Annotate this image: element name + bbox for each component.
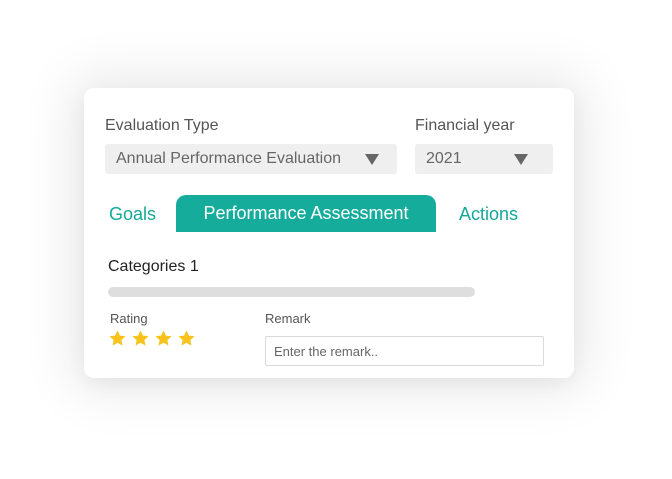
- star-icon[interactable]: [177, 329, 196, 348]
- star-icon[interactable]: [154, 329, 173, 348]
- category-progress-bar: [108, 287, 475, 297]
- star-icon[interactable]: [131, 329, 150, 348]
- evaluation-type-select[interactable]: Annual Performance Evaluation: [105, 144, 397, 174]
- star-icon[interactable]: [108, 329, 127, 348]
- dropdown-arrow-icon: [365, 153, 379, 165]
- category-title: Categories 1: [108, 258, 199, 275]
- tab-actions[interactable]: Actions: [459, 204, 518, 225]
- tab-goals[interactable]: Goals: [109, 204, 156, 225]
- tab-performance-assessment[interactable]: Performance Assessment: [176, 195, 436, 232]
- financial-year-value: 2021: [426, 150, 462, 167]
- dropdown-arrow-icon: [514, 153, 528, 165]
- financial-year-label: Financial year: [415, 117, 515, 134]
- evaluation-card: Evaluation Type Annual Performance Evalu…: [84, 88, 574, 378]
- remark-label: Remark: [265, 311, 311, 326]
- financial-year-select[interactable]: 2021: [415, 144, 553, 174]
- evaluation-type-value: Annual Performance Evaluation: [116, 150, 342, 167]
- rating-stars[interactable]: [108, 329, 196, 348]
- rating-label: Rating: [110, 311, 148, 326]
- evaluation-type-label: Evaluation Type: [105, 117, 219, 134]
- remark-input[interactable]: [265, 336, 544, 366]
